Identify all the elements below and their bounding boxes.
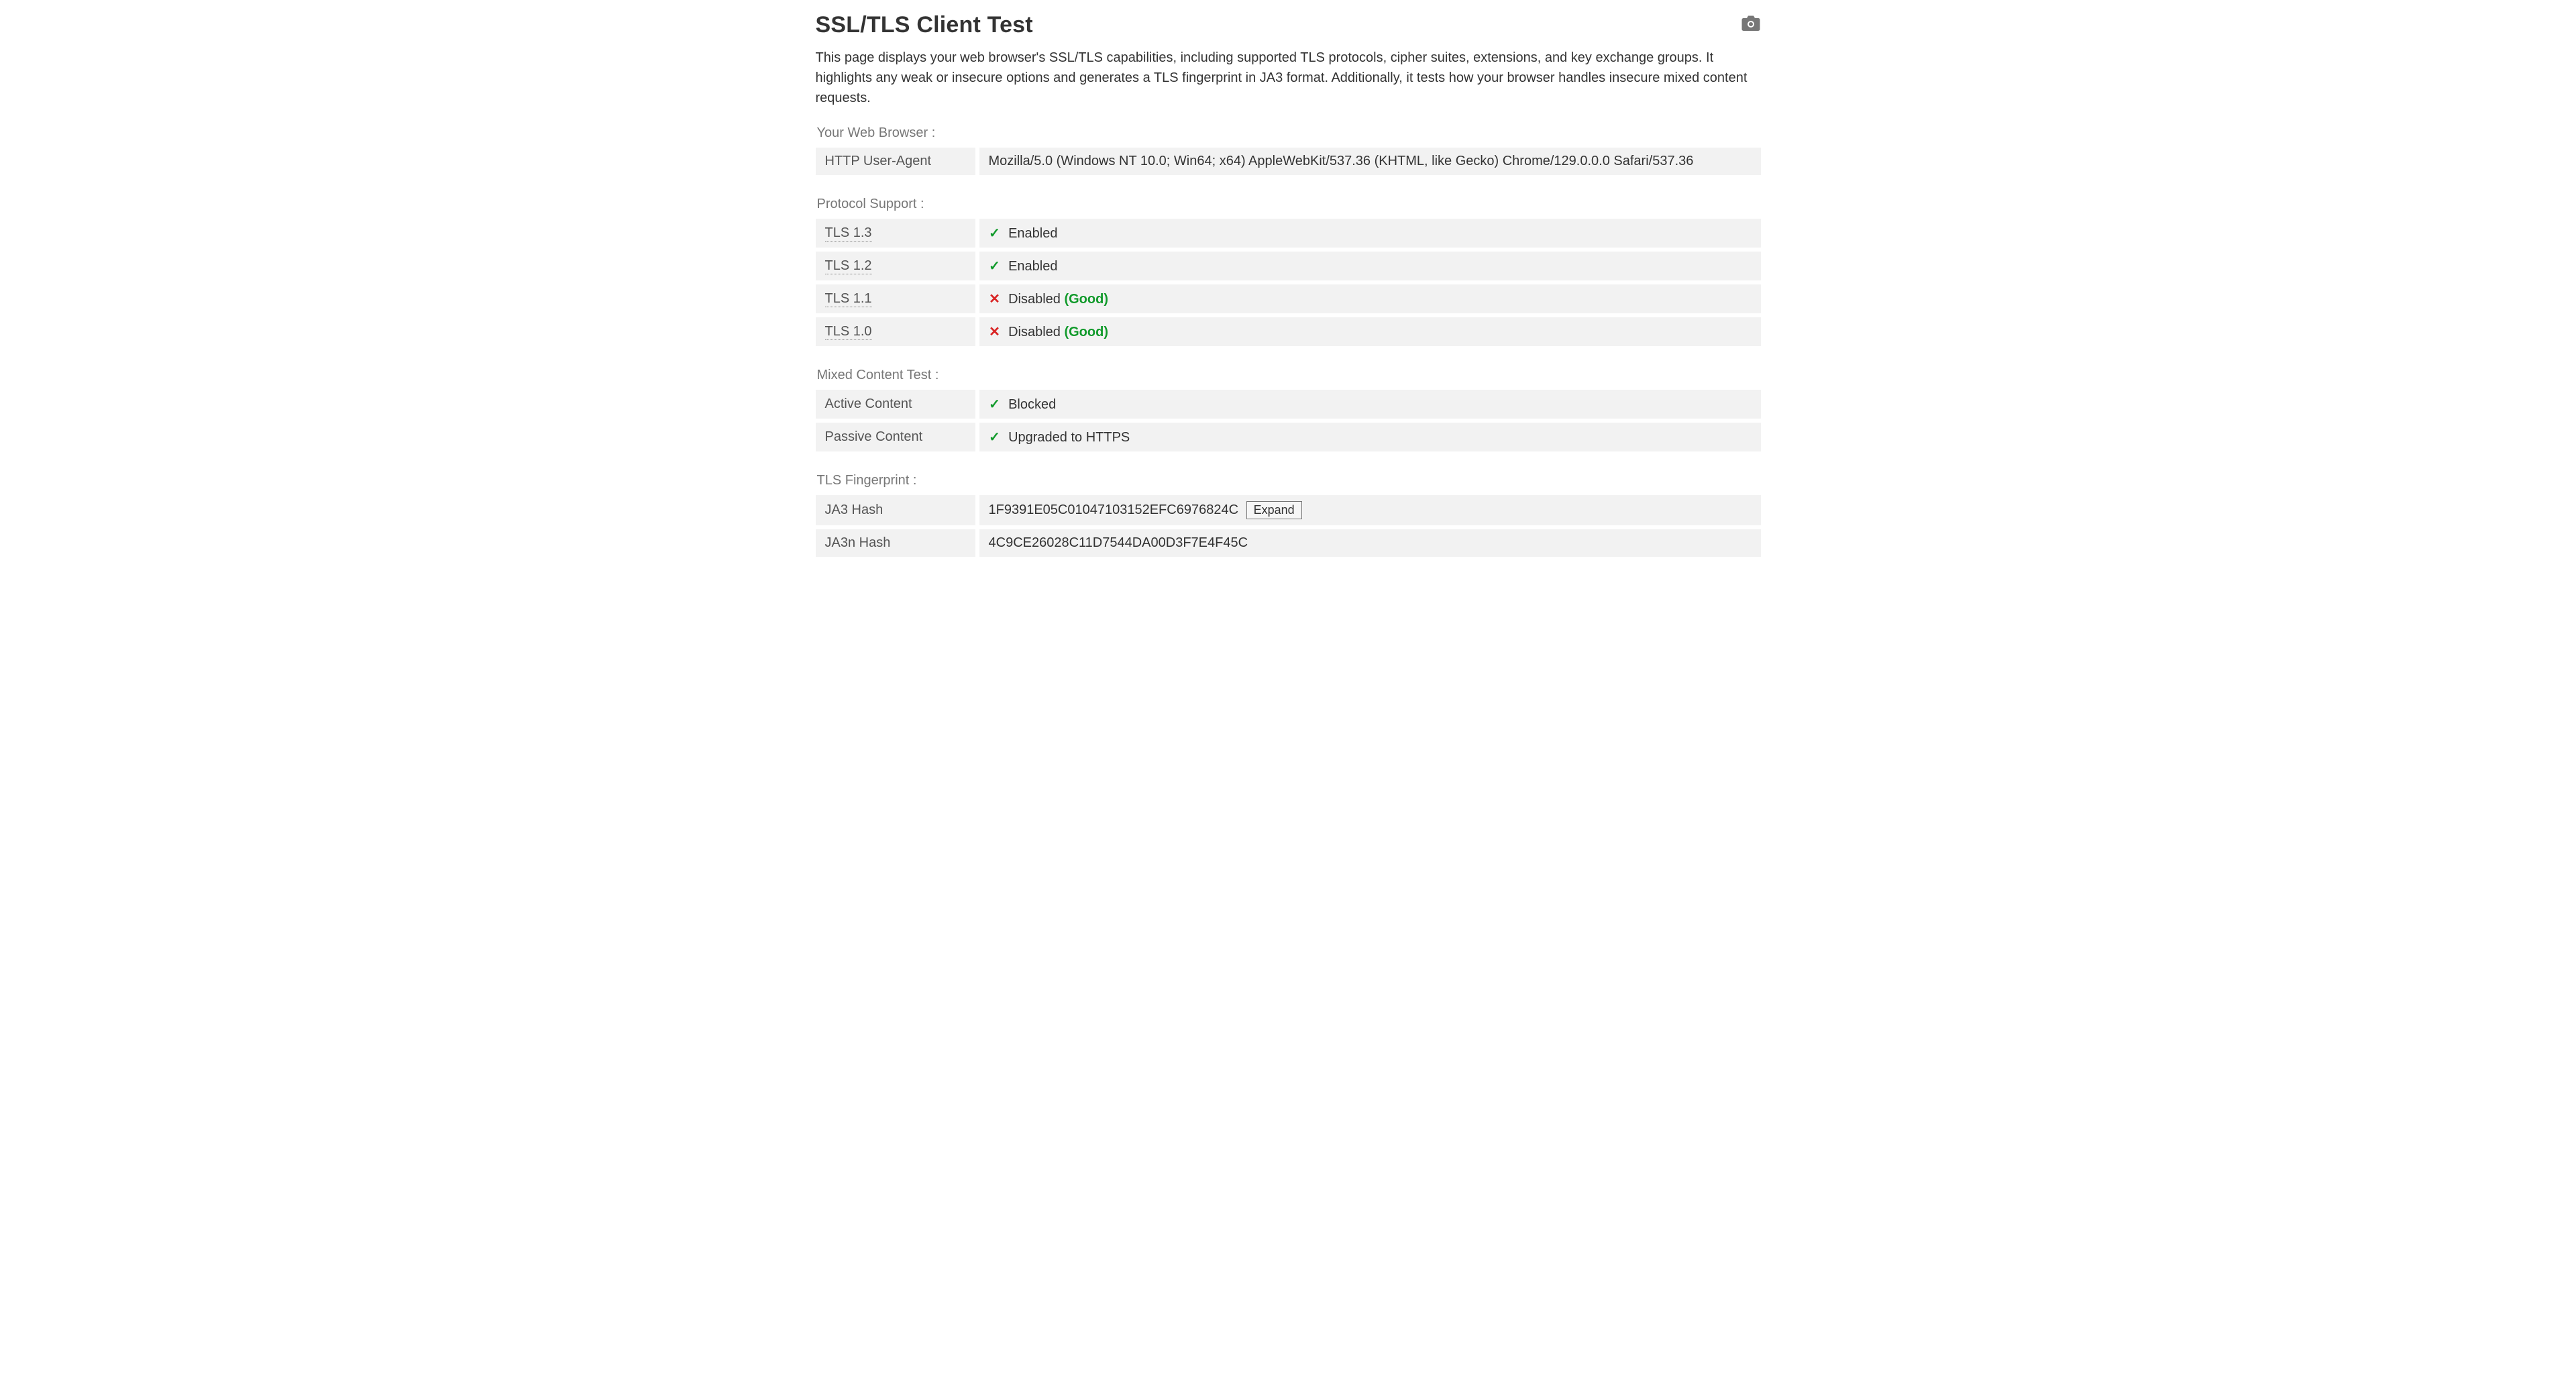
tls10-note: (Good) bbox=[1064, 325, 1108, 339]
ja3-value: 1F9391E05C01047103152EFC6976824C bbox=[989, 502, 1239, 517]
passive-content-label: Passive Content bbox=[816, 421, 977, 451]
table-row: JA3n Hash 4C9CE26028C11D7544DA00D3F7E4F4… bbox=[816, 527, 1761, 557]
tls10-label[interactable]: TLS 1.0 bbox=[825, 324, 872, 340]
tls12-label[interactable]: TLS 1.2 bbox=[825, 258, 872, 274]
table-row: JA3 Hash 1F9391E05C01047103152EFC6976824… bbox=[816, 495, 1761, 527]
table-row: TLS 1.2 ✓ Enabled bbox=[816, 250, 1761, 282]
table-row: TLS 1.0 ✕ Disabled (Good) bbox=[816, 315, 1761, 346]
section-title-protocol: Protocol Support : bbox=[817, 197, 1761, 212]
check-icon: ✓ bbox=[989, 258, 1001, 274]
table-row: Passive Content ✓ Upgraded to HTTPS bbox=[816, 421, 1761, 451]
check-icon: ✓ bbox=[989, 429, 1001, 445]
tls11-label[interactable]: TLS 1.1 bbox=[825, 291, 872, 307]
mixed-content-table: Active Content ✓ Blocked Passive Content… bbox=[816, 390, 1761, 451]
tls11-status: Disabled bbox=[1008, 292, 1061, 307]
table-row: Active Content ✓ Blocked bbox=[816, 390, 1761, 421]
fingerprint-table: JA3 Hash 1F9391E05C01047103152EFC6976824… bbox=[816, 495, 1761, 557]
tls10-status: Disabled bbox=[1008, 325, 1061, 339]
ja3n-label: JA3n Hash bbox=[816, 527, 977, 557]
camera-icon bbox=[1741, 15, 1761, 32]
check-icon: ✓ bbox=[989, 225, 1001, 242]
section-title-browser: Your Web Browser : bbox=[817, 125, 1761, 141]
table-row: TLS 1.1 ✕ Disabled (Good) bbox=[816, 282, 1761, 315]
protocol-table: TLS 1.3 ✓ Enabled TLS 1.2 ✓ Enabled TLS … bbox=[816, 219, 1761, 346]
page-title: SSL/TLS Client Test bbox=[816, 12, 1033, 38]
intro-text: This page displays your web browser's SS… bbox=[816, 48, 1761, 108]
tls12-status: Enabled bbox=[1008, 259, 1057, 274]
passive-content-status: Upgraded to HTTPS bbox=[1008, 430, 1130, 445]
tls11-note: (Good) bbox=[1064, 292, 1108, 307]
ja3-label: JA3 Hash bbox=[816, 495, 977, 527]
tls13-status: Enabled bbox=[1008, 226, 1057, 241]
section-title-fingerprint: TLS Fingerprint : bbox=[817, 473, 1761, 488]
user-agent-value: Mozilla/5.0 (Windows NT 10.0; Win64; x64… bbox=[977, 148, 1761, 175]
cross-icon: ✕ bbox=[989, 323, 1001, 340]
active-content-status: Blocked bbox=[1008, 397, 1056, 412]
active-content-label: Active Content bbox=[816, 390, 977, 421]
screenshot-button[interactable] bbox=[1741, 15, 1761, 32]
user-agent-label: HTTP User-Agent bbox=[816, 148, 977, 175]
table-row: HTTP User-Agent Mozilla/5.0 (Windows NT … bbox=[816, 148, 1761, 175]
browser-table: HTTP User-Agent Mozilla/5.0 (Windows NT … bbox=[816, 148, 1761, 175]
section-title-mixed-content: Mixed Content Test : bbox=[817, 368, 1761, 383]
ja3n-value: 4C9CE26028C11D7544DA00D3F7E4F45C bbox=[989, 535, 1248, 550]
expand-button[interactable]: Expand bbox=[1246, 501, 1302, 519]
check-icon: ✓ bbox=[989, 396, 1001, 413]
table-row: TLS 1.3 ✓ Enabled bbox=[816, 219, 1761, 250]
cross-icon: ✕ bbox=[989, 290, 1001, 307]
tls13-label[interactable]: TLS 1.3 bbox=[825, 225, 872, 242]
